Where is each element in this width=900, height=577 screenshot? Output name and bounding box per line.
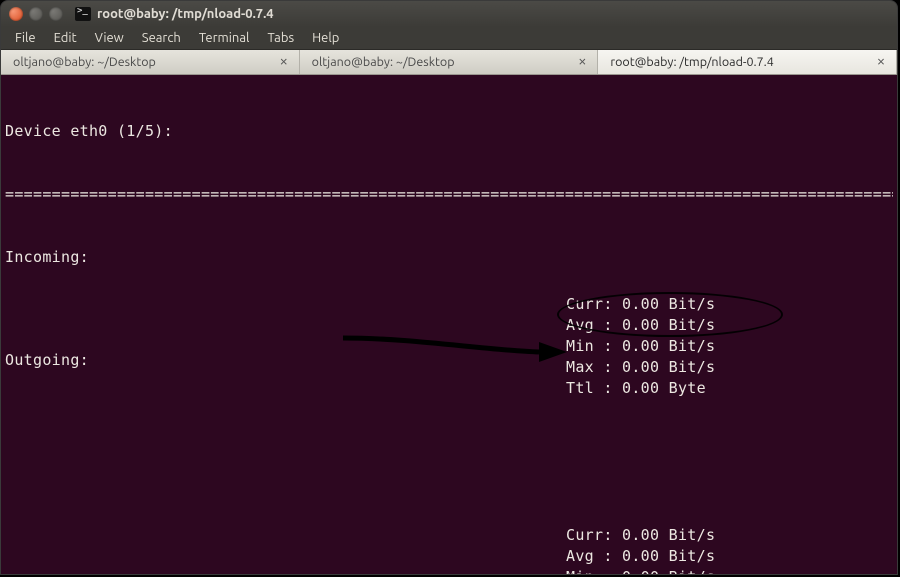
stat-max: Max : 0.00 Bit/s [566,358,715,376]
terminal-output[interactable]: Device eth0 (1/5): =====================… [1,75,897,574]
window-controls [9,7,63,21]
stat-min: Min : 0.00 Bit/s [566,568,715,574]
outgoing-stats: Curr: 0.00 Bit/s Avg : 0.00 Bit/s Min : … [566,525,715,574]
menu-edit[interactable]: Edit [46,29,85,47]
close-icon[interactable]: × [874,55,888,69]
maximize-button[interactable] [49,7,63,21]
tab-label: root@baby: /tmp/nload-0.7.4 [610,55,773,69]
terminal-icon [75,7,91,21]
incoming-label: Incoming: [5,247,893,268]
close-icon[interactable]: × [277,55,291,69]
menubar: File Edit View Search Terminal Tabs Help [1,27,897,50]
tab-1[interactable]: oltjano@baby: ~/Desktop × [1,50,300,74]
menu-search[interactable]: Search [134,29,189,47]
stat-curr: Curr: 0.00 Bit/s [566,526,715,544]
stat-avg: Avg : 0.00 Bit/s [566,547,715,565]
outgoing-label: Outgoing: [5,350,89,371]
stat-ttl: Ttl : 0.00 Byte [566,379,706,397]
terminal-window: root@baby: /tmp/nload-0.7.4 File Edit Vi… [0,0,898,575]
arrow-annotation [343,290,567,330]
incoming-stats: Curr: 0.00 Bit/s Avg : 0.00 Bit/s Min : … [566,294,715,399]
device-line: Device eth0 (1/5): [5,121,893,142]
menu-file[interactable]: File [7,29,44,47]
divider-line: ========================================… [5,184,893,205]
close-button[interactable] [9,7,23,21]
menu-view[interactable]: View [87,29,132,47]
close-icon[interactable]: × [575,55,589,69]
menu-help[interactable]: Help [304,29,347,47]
tab-3[interactable]: root@baby: /tmp/nload-0.7.4 × [598,50,897,74]
stat-curr: Curr: 0.00 Bit/s [566,295,715,313]
tab-label: oltjano@baby: ~/Desktop [312,55,455,69]
stat-min: Min : 0.00 Bit/s [566,337,715,355]
titlebar: root@baby: /tmp/nload-0.7.4 [1,1,897,27]
stat-avg: Avg : 0.00 Bit/s [566,316,715,334]
menu-tabs[interactable]: Tabs [259,29,302,47]
tab-label: oltjano@baby: ~/Desktop [13,55,156,69]
tab-2[interactable]: oltjano@baby: ~/Desktop × [300,50,599,74]
tabbar: oltjano@baby: ~/Desktop × oltjano@baby: … [1,50,897,75]
minimize-button[interactable] [29,7,43,21]
window-title: root@baby: /tmp/nload-0.7.4 [97,7,889,21]
menu-terminal[interactable]: Terminal [191,29,258,47]
